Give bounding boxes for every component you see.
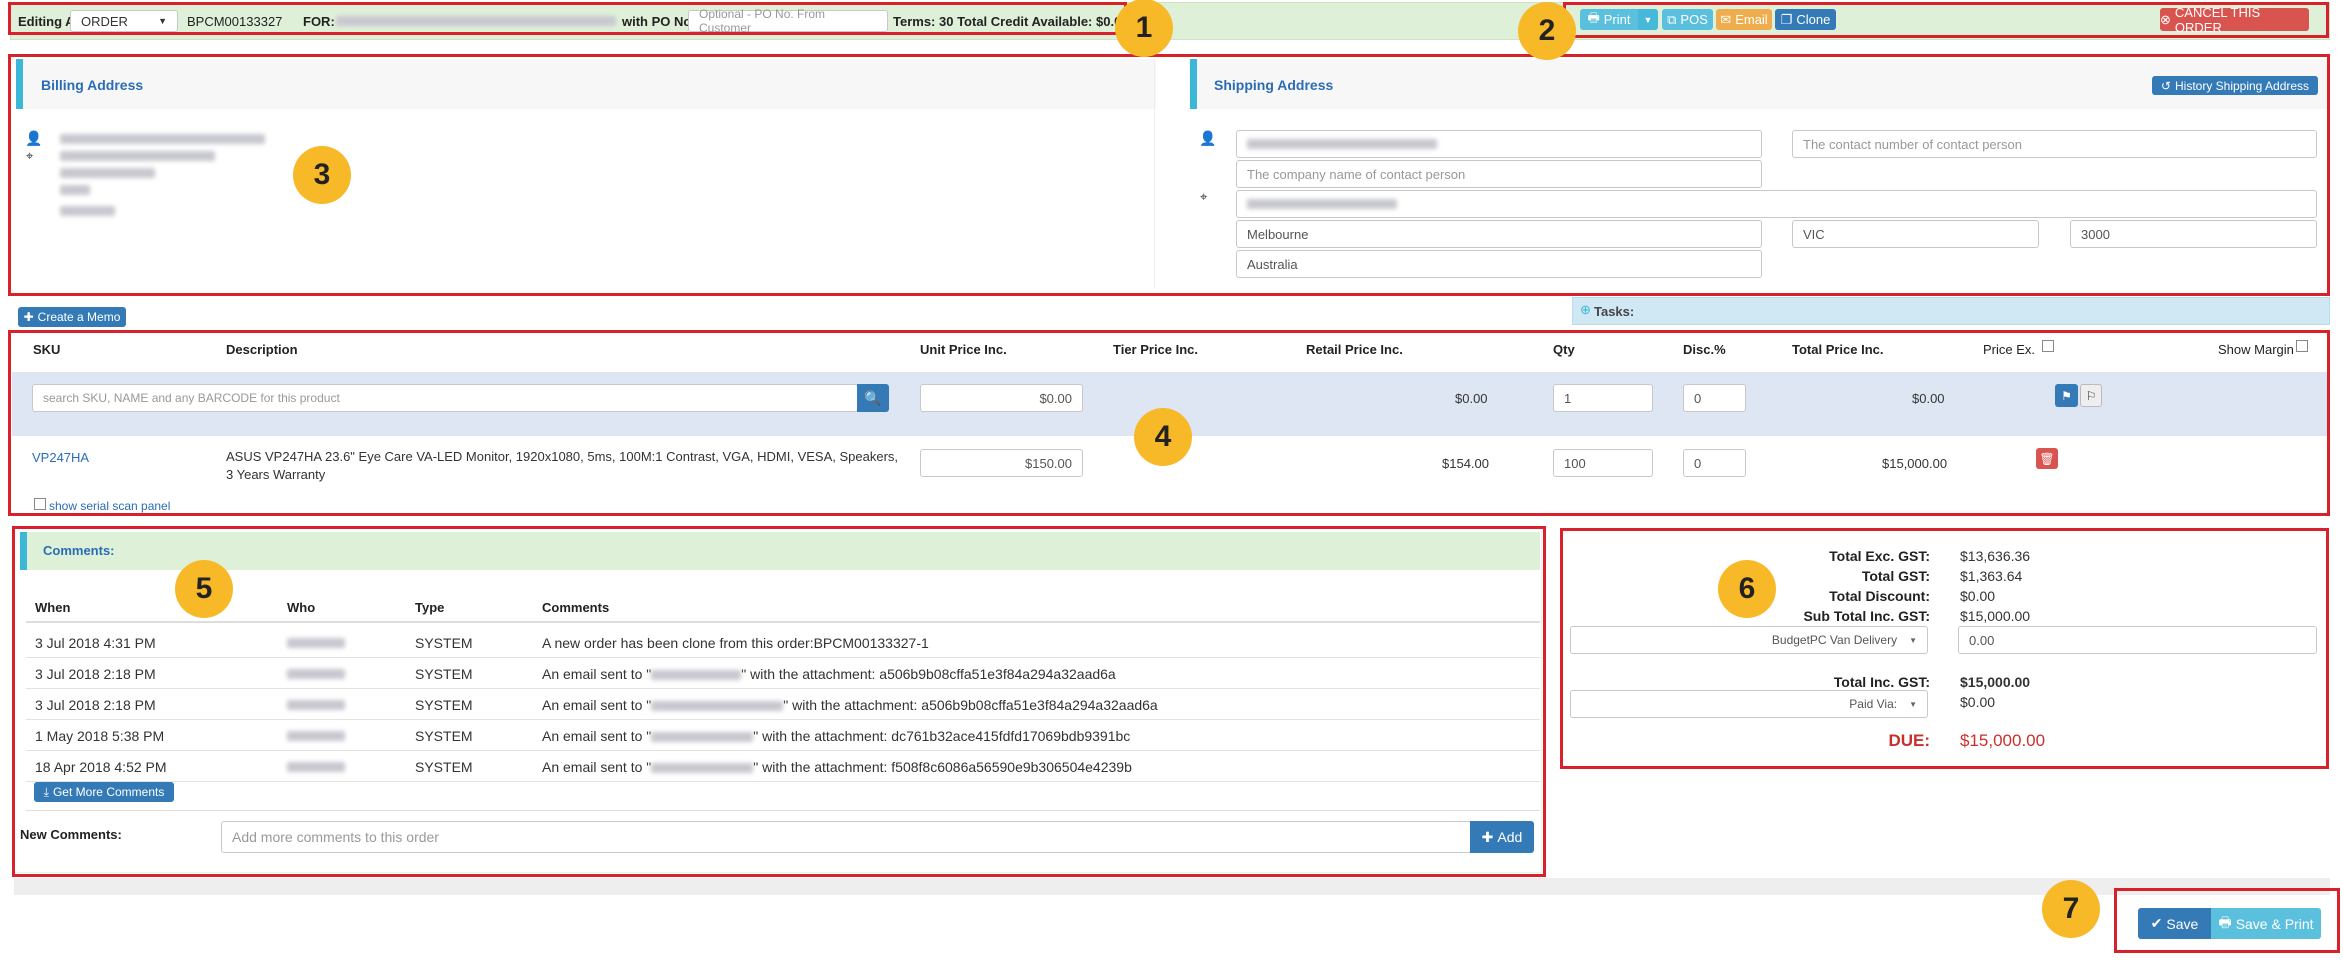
footer-bar [14,878,2330,895]
annotation-box-7 [2114,888,2340,953]
annotation-badge-2: 2 [1518,2,1576,60]
annotation-badge-7: 7 [2042,880,2100,938]
annotation-badge-6: 6 [1718,560,1776,618]
annotation-box-5 [12,526,1546,877]
annotation-badge-4: 4 [1134,408,1192,466]
tasks-label: Tasks: [1594,304,1635,319]
annotation-box-3 [8,54,2330,296]
annotation-box-6 [1560,528,2329,769]
annotation-badge-5: 5 [175,560,233,618]
create-memo-button[interactable]: ✚ Create a Memo [18,307,126,327]
annotation-badge-1: 1 [1115,0,1173,57]
annotation-badge-3: 3 [293,146,351,204]
plus-circle-icon: ⊕ [1580,302,1591,317]
tasks-bar[interactable] [1572,297,2330,325]
annotation-box-1 [8,2,1127,35]
plus-icon: ✚ [23,310,34,324]
annotation-box-2 [1563,2,2329,38]
